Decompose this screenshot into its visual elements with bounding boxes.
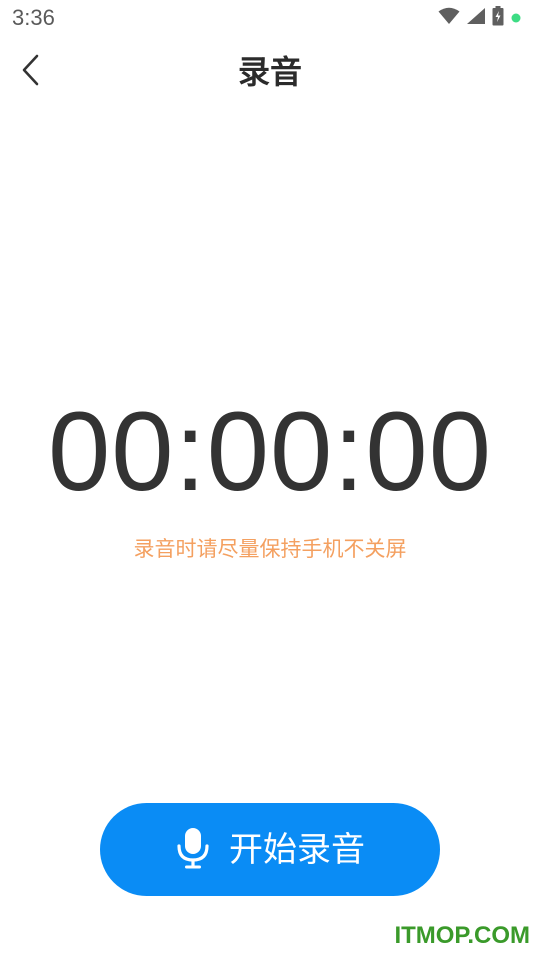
- battery-charging-icon: [492, 6, 504, 30]
- notification-dot-icon: [510, 9, 522, 28]
- status-bar: 3:36: [0, 0, 540, 38]
- page-title: 录音: [237, 53, 302, 91]
- recording-timer: 00:00:00: [48, 389, 492, 514]
- status-icons: [438, 6, 522, 30]
- signal-icon: [466, 7, 486, 29]
- watermark-logo: ITMOP.COM: [394, 922, 530, 949]
- app-header: 录音: [0, 44, 540, 102]
- microphone-icon: [175, 827, 211, 873]
- start-recording-button[interactable]: 开始录音: [100, 803, 440, 896]
- status-time: 3:36: [12, 5, 55, 30]
- wifi-icon: [438, 7, 460, 29]
- recording-hint: 录音时请尽量保持手机不关屏: [133, 537, 407, 561]
- start-recording-label: 开始录音: [229, 829, 365, 870]
